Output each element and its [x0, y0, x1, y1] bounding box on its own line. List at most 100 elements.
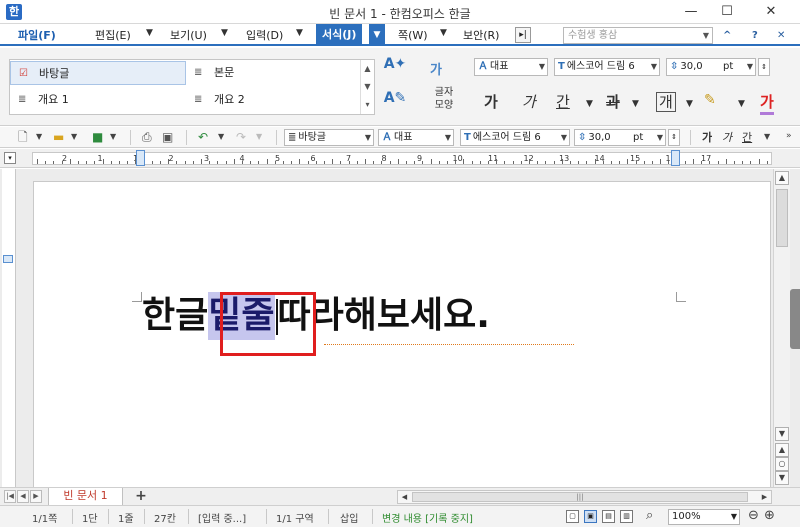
horizontal-scroll-thumb[interactable]: |||: [412, 492, 748, 502]
font-color-button[interactable]: 가: [760, 92, 774, 115]
help-search-input[interactable]: 수험생 홍삼 ▼: [563, 27, 713, 44]
toolbar-style-select[interactable]: ≣ 바탕글 ▼: [284, 129, 374, 146]
chevron-down-icon[interactable]: ▼: [651, 59, 657, 75]
gallery-more-icon[interactable]: ▾: [361, 96, 374, 114]
font-size-select[interactable]: ⇳ 30,0 pt ▼: [666, 58, 756, 76]
menu-insert[interactable]: 입력(D): [246, 27, 283, 44]
status-page[interactable]: 1/1쪽: [32, 510, 57, 525]
redo-icon[interactable]: ↷: [236, 130, 246, 144]
char-shape-label[interactable]: 글자 모양: [431, 86, 457, 112]
tab-document-1[interactable]: 빈 문서 1: [48, 488, 123, 506]
bold-button[interactable]: 가: [484, 92, 498, 112]
zoom-out-icon[interactable]: ⊖: [748, 508, 759, 523]
view-outline-icon[interactable]: ▥: [620, 510, 633, 523]
zoom-select[interactable]: 100% ▼: [668, 509, 740, 525]
tab-next-icon[interactable]: ▶: [30, 490, 42, 503]
right-indent-marker[interactable]: [671, 150, 680, 166]
minimize-button[interactable]: —: [676, 2, 706, 22]
menu-insert-caret-icon[interactable]: ▼: [296, 28, 303, 38]
font-size-spinner[interactable]: ⇕: [758, 58, 770, 76]
zoom-search-icon[interactable]: ⌕: [646, 508, 653, 523]
view-multipage-icon[interactable]: ▤: [602, 510, 615, 523]
doc-close-icon[interactable]: ✕: [777, 30, 785, 41]
horizontal-ruler[interactable]: ▾ 211234567891011121314151617: [0, 149, 800, 168]
highlighter-icon[interactable]: ✎: [704, 90, 716, 110]
vertical-ruler[interactable]: [2, 169, 16, 487]
open-folder-icon[interactable]: ▬: [53, 130, 64, 144]
style-item-text[interactable]: ≣ 본문: [186, 61, 360, 85]
scroll-down-icon[interactable]: ▼: [361, 78, 374, 96]
status-track-changes[interactable]: 변경 내용 [기록 중지]: [382, 510, 473, 525]
maximize-button[interactable]: ☐: [712, 2, 742, 22]
view-normal-icon[interactable]: ▢: [566, 510, 579, 523]
toolbar-size-select[interactable]: ⇳ 30,0 pt ▼: [574, 129, 666, 146]
chevron-down-icon[interactable]: ▼: [731, 510, 737, 524]
new-doc-caret-icon[interactable]: ▼: [36, 132, 42, 141]
menu-edit-caret-icon[interactable]: ▼: [146, 28, 153, 38]
style-item-body[interactable]: ☑ 바탕글: [10, 61, 186, 85]
scroll-left-icon[interactable]: ◀: [398, 491, 411, 503]
add-tab-button[interactable]: +: [130, 489, 152, 505]
left-indent-marker[interactable]: [136, 150, 145, 166]
help-icon[interactable]: ?: [752, 30, 758, 41]
menu-view[interactable]: 보기(U): [170, 27, 207, 44]
menu-file[interactable]: 파일(F): [18, 27, 56, 44]
style-item-outline2[interactable]: ≣ 개요 2: [186, 88, 360, 112]
view-page-icon[interactable]: ▣: [584, 510, 597, 523]
chevron-down-icon[interactable]: ▼: [365, 130, 371, 145]
scroll-right-icon[interactable]: ▶: [758, 491, 771, 503]
underline-caret-icon[interactable]: ▼: [586, 99, 593, 109]
menu-format-caret-icon[interactable]: ▼: [369, 24, 385, 46]
horizontal-scrollbar[interactable]: ◀ ||| ▶: [397, 490, 772, 504]
toolbar-size-spinner[interactable]: ⇕: [668, 129, 680, 146]
next-page-icon[interactable]: ▼: [775, 471, 789, 485]
menu-edit[interactable]: 편집(E): [95, 27, 131, 44]
tab-prev-icon[interactable]: ◀: [17, 490, 29, 503]
scroll-up-icon[interactable]: ▲: [361, 60, 374, 78]
zoom-in-icon[interactable]: ⊕: [764, 508, 775, 523]
vertical-scroll-thumb[interactable]: [776, 189, 788, 247]
undo-icon[interactable]: ↶: [198, 130, 208, 144]
chevron-down-icon[interactable]: ▼: [561, 130, 567, 145]
style-gallery-scroll[interactable]: ▲ ▼ ▾: [360, 60, 374, 114]
top-margin-marker[interactable]: [3, 255, 13, 263]
menu-security[interactable]: 보안(R): [463, 27, 499, 44]
save-icon[interactable]: ■: [92, 130, 103, 144]
toolbar-more-icon[interactable]: »: [786, 131, 792, 141]
redo-caret-icon[interactable]: ▼: [256, 132, 262, 141]
toolbar-bold-button[interactable]: 가: [702, 130, 712, 145]
print-preview-icon[interactable]: ▣: [162, 130, 173, 144]
menu-page[interactable]: 쪽(W): [398, 27, 428, 44]
scroll-up-icon[interactable]: ▲: [775, 171, 789, 185]
style-apply-button[interactable]: A✦: [382, 56, 408, 78]
strike-caret-icon[interactable]: ▼: [632, 99, 639, 109]
scroll-down-icon[interactable]: ▼: [775, 427, 789, 441]
toolbar-font-select[interactable]: T 에스코어 드림 6 ▼: [460, 129, 570, 146]
undo-caret-icon[interactable]: ▼: [218, 132, 224, 141]
tab-first-icon[interactable]: |◀: [4, 490, 16, 503]
prev-page-icon[interactable]: ▲: [775, 443, 789, 457]
font-name-select[interactable]: T 에스코어 드림 6 ▼: [554, 58, 660, 76]
close-button[interactable]: ✕: [756, 2, 786, 22]
ribbon-collapse-icon[interactable]: ^: [723, 30, 731, 41]
document-page[interactable]: 한글 밑줄 따라해보세요.: [33, 181, 771, 487]
chevron-down-icon[interactable]: ▼: [657, 130, 663, 145]
new-doc-icon[interactable]: 🗋: [18, 130, 28, 144]
underline-button[interactable]: 간: [556, 92, 570, 112]
outline-caret-icon[interactable]: ▼: [686, 99, 693, 109]
menu-page-caret-icon[interactable]: ▼: [440, 28, 447, 38]
menu-format[interactable]: 서식(J): [316, 24, 363, 46]
italic-button[interactable]: 가: [522, 92, 536, 112]
style-item-outline1[interactable]: ≣ 개요 1: [10, 88, 186, 112]
strike-button[interactable]: 과: [606, 92, 620, 112]
save-caret-icon[interactable]: ▼: [110, 132, 116, 141]
chevron-down-icon[interactable]: ▼: [445, 130, 451, 145]
print-icon[interactable]: ⎙: [142, 130, 152, 144]
chevron-down-icon[interactable]: ▼: [703, 28, 709, 43]
side-panel-tab[interactable]: [790, 289, 800, 349]
toolbar-underline-button[interactable]: 간: [742, 130, 752, 145]
status-insert-mode[interactable]: 삽입: [340, 510, 358, 525]
font-lang-select[interactable]: Ａ 대표 ▼: [474, 58, 548, 76]
style-edit-button[interactable]: A✎: [382, 90, 408, 112]
toolbar-lang-select[interactable]: Ａ 대표 ▼: [378, 129, 454, 146]
